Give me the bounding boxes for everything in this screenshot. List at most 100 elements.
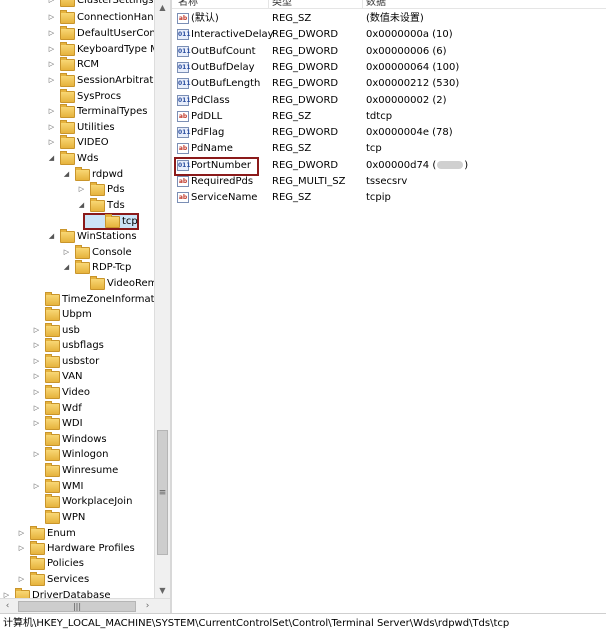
folder-icon: [90, 182, 105, 196]
tree-item-sysprocs[interactable]: SysProcs: [0, 89, 154, 104]
value-row-outbufcount[interactable]: 011 OutBufCount REG_DWORD 0x00000006 (6): [172, 44, 606, 60]
tree-item-video[interactable]: ▷ Video: [0, 385, 154, 400]
value-row-pdflag[interactable]: 011 PdFlag REG_DWORD 0x0000004e (78): [172, 125, 606, 141]
chevron-right-icon[interactable]: ▷: [62, 245, 71, 260]
tree-item-usbstor[interactable]: ▷ usbstor: [0, 354, 154, 369]
tree-item-rdp-tcp[interactable]: ◢ RDP-Tcp: [0, 260, 154, 275]
column-header-data[interactable]: 数据: [366, 0, 386, 8]
tree-item-policies[interactable]: Policies: [0, 556, 154, 571]
chevron-right-icon[interactable]: ▷: [47, 0, 56, 8]
value-type: REG_DWORD: [272, 94, 339, 106]
chevron-right-icon[interactable]: ▷: [47, 42, 56, 57]
chevron-right-icon[interactable]: ▷: [17, 526, 26, 541]
chevron-right-icon[interactable]: ▷: [32, 354, 41, 369]
chevron-right-icon[interactable]: ▷: [32, 338, 41, 353]
tree-item-van[interactable]: ▷ VAN: [0, 369, 154, 384]
chevron-right-icon[interactable]: ▷: [2, 588, 11, 598]
chevron-down-icon[interactable]: ◢: [47, 151, 56, 166]
tree-vertical-scrollbar[interactable]: ▲ ≡ ▼: [154, 0, 170, 598]
tree-item-windows[interactable]: Windows: [0, 432, 154, 447]
tree-item-label: WDI: [62, 418, 83, 429]
tree-item-services[interactable]: ▷ Services: [0, 572, 154, 587]
tree-item-timezoneinformation[interactable]: TimeZoneInformation: [0, 292, 154, 307]
scroll-down-arrow-icon[interactable]: ▼: [155, 583, 170, 598]
registry-values-list[interactable]: 名称 类型 数据 ab (默认) REG_SZ (数值未设置) 011 Interacti…: [172, 0, 606, 613]
tree-item-clustersettings[interactable]: ▷ ClusterSettings: [0, 0, 154, 8]
tree-item-rcm[interactable]: ▷ RCM: [0, 57, 154, 72]
value-row-requiredpds[interactable]: ab RequiredPds REG_MULTI_SZ tssecsrv: [172, 174, 606, 190]
tree-item-driverdatabase[interactable]: ▷ DriverDatabase: [0, 588, 154, 598]
tree-item-tcp[interactable]: tcp: [0, 214, 154, 229]
chevron-right-icon[interactable]: ▷: [77, 182, 86, 197]
tree-item-wdi[interactable]: ▷ WDI: [0, 416, 154, 431]
tree-item-utilities[interactable]: ▷ Utilities: [0, 120, 154, 135]
tree-item-enum[interactable]: ▷ Enum: [0, 526, 154, 541]
tree-item-pds[interactable]: ▷ Pds: [0, 182, 154, 197]
value-row-portnumber[interactable]: 011 PortNumber REG_DWORD 0x00000d74 (): [172, 158, 606, 174]
scroll-left-arrow-icon[interactable]: ‹: [0, 599, 15, 614]
chevron-right-icon[interactable]: ▷: [17, 572, 26, 587]
column-header-type[interactable]: 类型: [272, 0, 292, 8]
chevron-right-icon[interactable]: ▷: [32, 447, 41, 462]
tree-item-terminaltypes[interactable]: ▷ TerminalTypes: [0, 104, 154, 119]
tree-item-wds[interactable]: ◢ Wds: [0, 151, 154, 166]
value-row-pddll[interactable]: ab PdDLL REG_SZ tdtcp: [172, 109, 606, 125]
tree-item-connectionhandler[interactable]: ▷ ConnectionHandler: [0, 10, 154, 25]
value-row-interactivedelay[interactable]: 011 InteractiveDelay REG_DWORD 0x0000000a (…: [172, 27, 606, 43]
value-name: PdDLL: [191, 110, 223, 122]
tree-item-ubpm[interactable]: Ubpm: [0, 307, 154, 322]
tree-vertical-scroll-thumb[interactable]: ≡: [157, 430, 168, 555]
column-separator[interactable]: [362, 0, 363, 8]
chevron-right-icon[interactable]: ▷: [47, 26, 56, 41]
chevron-right-icon[interactable]: ▷: [32, 416, 41, 431]
value-row-servicename[interactable]: ab ServiceName REG_SZ tcpip: [172, 190, 606, 206]
tree-horizontal-scrollbar[interactable]: ‹ ||| ›: [0, 598, 170, 614]
tree-item-usbflags[interactable]: ▷ usbflags: [0, 338, 154, 353]
tree-item-winstations[interactable]: ◢ WinStations: [0, 229, 154, 244]
value-row-default[interactable]: ab (默认) REG_SZ (数值未设置): [172, 11, 606, 27]
chevron-right-icon[interactable]: ▷: [47, 135, 56, 150]
chevron-right-icon[interactable]: ▷: [32, 323, 41, 338]
chevron-right-icon[interactable]: ▷: [47, 57, 56, 72]
tree-item-usb[interactable]: ▷ usb: [0, 323, 154, 338]
chevron-right-icon[interactable]: ▷: [32, 385, 41, 400]
tree-item-console[interactable]: ▷ Console: [0, 245, 154, 260]
registry-key-tree[interactable]: ▷ ClusterSettings ▷ ConnectionHandler ▷ Defau…: [0, 0, 154, 598]
value-row-pdname[interactable]: ab PdName REG_SZ tcp: [172, 141, 606, 157]
chevron-right-icon[interactable]: ▷: [47, 104, 56, 119]
tree-item-wmi[interactable]: ▷ WMI: [0, 479, 154, 494]
tree-item-keyboardtype-maj[interactable]: ▷ KeyboardType Maj: [0, 42, 154, 57]
chevron-right-icon[interactable]: ▷: [17, 541, 26, 556]
column-separator[interactable]: [268, 0, 269, 8]
chevron-right-icon[interactable]: ▷: [47, 120, 56, 135]
tree-item-wpn[interactable]: WPN: [0, 510, 154, 525]
chevron-right-icon[interactable]: ▷: [32, 479, 41, 494]
tree-item-defaultuserconfigu[interactable]: ▷ DefaultUserConfigu: [0, 26, 154, 41]
tree-item-tds[interactable]: ◢ Tds: [0, 198, 154, 213]
value-row-pdclass[interactable]: 011 PdClass REG_DWORD 0x00000002 (2): [172, 93, 606, 109]
chevron-right-icon[interactable]: ▷: [47, 73, 56, 88]
column-header-name[interactable]: 名称: [178, 0, 198, 8]
chevron-right-icon[interactable]: ▷: [47, 10, 56, 25]
tree-item-wdf[interactable]: ▷ Wdf: [0, 401, 154, 416]
tree-item-videoremot[interactable]: VideoRemot: [0, 276, 154, 291]
tree-item-winlogon[interactable]: ▷ Winlogon: [0, 447, 154, 462]
chevron-right-icon[interactable]: ▷: [32, 369, 41, 384]
chevron-right-icon[interactable]: ▷: [32, 401, 41, 416]
folder-icon: [45, 479, 60, 493]
tree-item-workplacejoin[interactable]: WorkplaceJoin: [0, 494, 154, 509]
tree-item-winresume[interactable]: Winresume: [0, 463, 154, 478]
tree-item-video[interactable]: ▷ VIDEO: [0, 135, 154, 150]
scroll-right-arrow-icon[interactable]: ›: [140, 599, 155, 614]
tree-horizontal-scroll-thumb[interactable]: |||: [18, 601, 136, 612]
tree-item-hardware-profiles[interactable]: ▷ Hardware Profiles: [0, 541, 154, 556]
tree-item-sessionarbitrationh[interactable]: ▷ SessionArbitrationH: [0, 73, 154, 88]
chevron-down-icon[interactable]: ◢: [47, 229, 56, 244]
value-row-outbuflength[interactable]: 011 OutBufLength REG_DWORD 0x00000212 (530): [172, 76, 606, 92]
chevron-down-icon[interactable]: ◢: [62, 167, 71, 182]
scroll-up-arrow-icon[interactable]: ▲: [155, 0, 170, 15]
chevron-down-icon[interactable]: ◢: [77, 198, 86, 213]
value-row-outbufdelay[interactable]: 011 OutBufDelay REG_DWORD 0x00000064 (100): [172, 60, 606, 76]
tree-item-rdpwd[interactable]: ◢ rdpwd: [0, 167, 154, 182]
chevron-down-icon[interactable]: ◢: [62, 260, 71, 275]
